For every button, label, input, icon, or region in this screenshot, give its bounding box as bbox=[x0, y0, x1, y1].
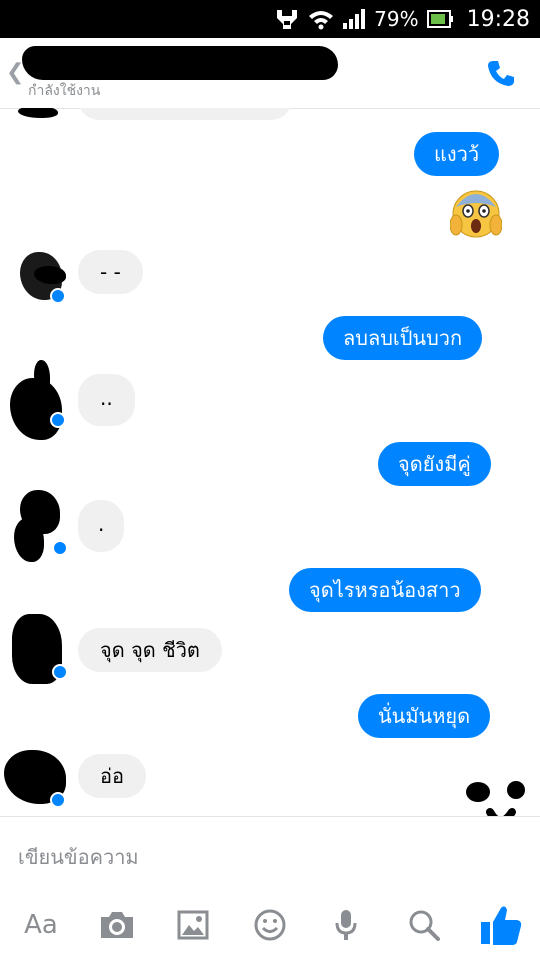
microphone-icon[interactable] bbox=[328, 901, 364, 949]
message-outgoing[interactable]: ลบลบเป็นบวก bbox=[323, 316, 483, 360]
avatar bbox=[8, 360, 66, 444]
message-incoming[interactable]: . bbox=[78, 500, 125, 552]
avatar bbox=[16, 248, 66, 306]
wifi-icon bbox=[308, 8, 334, 30]
avatar bbox=[16, 108, 60, 120]
composer: เขียนข้อความ Aa bbox=[0, 816, 540, 961]
message-bubble-cutoff bbox=[78, 108, 292, 120]
scream-emoji bbox=[450, 190, 502, 238]
clock: 19:28 bbox=[466, 6, 530, 32]
messenger-badge-icon bbox=[52, 540, 68, 556]
thumbs-up-icon[interactable] bbox=[476, 901, 526, 949]
message-incoming[interactable]: - - bbox=[78, 250, 143, 294]
message-text: .. bbox=[100, 386, 113, 410]
messenger-badge-icon bbox=[50, 792, 66, 808]
usb-icon bbox=[274, 8, 300, 30]
message-text: จุด จุด ชีวิต bbox=[100, 638, 200, 662]
message-list[interactable]: แงวว้ - - ลบลบเป็นบวก .. จุดยังมีคู่ . จ… bbox=[0, 108, 540, 816]
avatar bbox=[10, 488, 68, 566]
contact-name-redacted bbox=[22, 46, 338, 80]
messenger-badge-icon bbox=[50, 288, 66, 304]
message-text: . bbox=[98, 512, 105, 536]
message-text: นั่นมันหยุด bbox=[378, 704, 471, 728]
message-incoming[interactable]: อ่อ bbox=[78, 754, 147, 798]
avatar bbox=[0, 746, 70, 810]
message-outgoing[interactable]: แงวว้ bbox=[414, 132, 500, 176]
image-icon[interactable] bbox=[174, 901, 212, 949]
message-text: จุดไรหรอน้องสาว bbox=[309, 578, 461, 602]
signal-icon bbox=[342, 8, 366, 30]
messenger-badge-icon bbox=[50, 412, 66, 428]
message-text: อ่อ bbox=[100, 764, 125, 788]
text-format-button[interactable]: Aa bbox=[18, 901, 64, 949]
message-outgoing[interactable]: จุดยังมีคู่ bbox=[378, 442, 491, 486]
camera-icon[interactable] bbox=[96, 901, 138, 949]
avatar bbox=[10, 610, 68, 686]
message-outgoing[interactable]: นั่นมันหยุด bbox=[358, 694, 491, 738]
message-text: ลบลบเป็นบวก bbox=[343, 326, 463, 350]
messenger-badge-icon bbox=[52, 664, 68, 680]
message-text: แงวว้ bbox=[434, 142, 480, 166]
status-bar: 79% 19:28 bbox=[0, 0, 540, 38]
phone-icon[interactable] bbox=[486, 58, 516, 92]
message-outgoing[interactable]: จุดไรหรอน้องสาว bbox=[289, 568, 481, 612]
message-incoming[interactable]: .. bbox=[78, 374, 135, 426]
battery-percent: 79% bbox=[374, 7, 419, 31]
battery-icon bbox=[426, 9, 453, 29]
message-text: จุดยังมีคู่ bbox=[398, 452, 471, 476]
message-text: - - bbox=[100, 260, 121, 284]
conversation-header: ❮ กำลังใช้งาน bbox=[0, 38, 540, 109]
active-status: กำลังใช้งาน bbox=[28, 83, 101, 99]
message-incoming[interactable]: จุด จุด ชีวิต bbox=[78, 628, 222, 672]
composer-toolbar: Aa bbox=[0, 901, 540, 949]
smiley-icon[interactable] bbox=[250, 901, 290, 949]
search-icon[interactable] bbox=[404, 901, 444, 949]
message-input[interactable]: เขียนข้อความ bbox=[18, 841, 139, 873]
